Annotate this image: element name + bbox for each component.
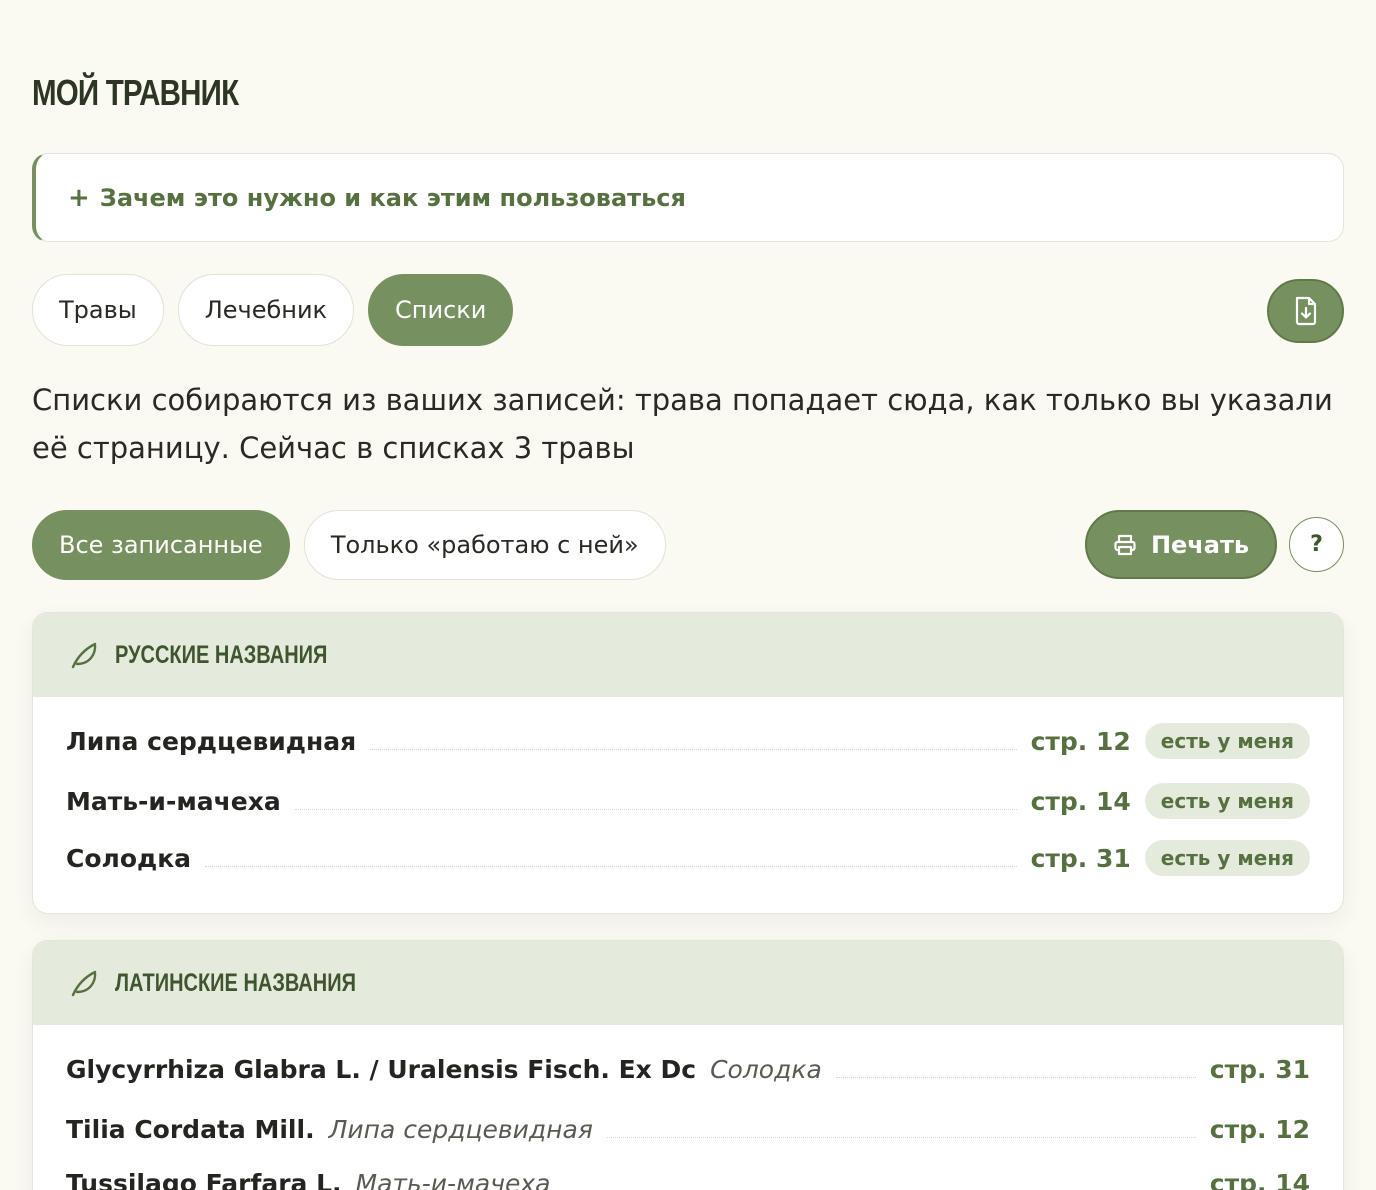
tab-remedies[interactable]: Лечебник <box>177 274 355 346</box>
status-badge: есть у меня <box>1144 783 1310 819</box>
latin-names-title: Латинские названия <box>115 968 356 997</box>
plus-icon: + <box>68 182 90 213</box>
list-item: Tilia Cordata Mill. Липа сердцевидная ст… <box>66 1114 1310 1144</box>
latin-names-card: Латинские названия Glycyrrhiza Glabra L.… <box>32 940 1344 1190</box>
status-badge: есть у меня <box>1144 840 1310 876</box>
list-item: Glycyrrhiza Glabra L. / Uralensis Fisch.… <box>66 1054 1310 1084</box>
list-item: Солодка стр. 31 есть у меня <box>66 838 1310 878</box>
print-button[interactable]: Печать <box>1085 510 1277 579</box>
list-item: Липа сердцевидная стр. 12 есть у меня <box>66 721 1310 761</box>
help-accordion[interactable]: + Зачем это нужно и как этим пользоватьс… <box>32 153 1344 242</box>
list-item: Tussilago Farfara L. Мать-и-мачеха стр. … <box>66 1168 1310 1190</box>
export-button[interactable] <box>1267 279 1344 343</box>
help-button[interactable]: ? <box>1289 517 1344 572</box>
tab-herbs[interactable]: Травы <box>32 274 164 346</box>
file-download-icon <box>1295 296 1316 326</box>
lists-description: Списки собираются из ваших записей: трав… <box>32 383 1333 465</box>
printer-icon <box>1114 534 1136 555</box>
leaf-icon <box>71 642 97 669</box>
filter-working-with[interactable]: Только «работаю с ней» <box>303 510 666 580</box>
latin-names-header: Латинские названия <box>33 941 1343 1025</box>
status-badge: есть у меня <box>1144 723 1310 759</box>
list-item: Мать-и-мачеха стр. 14 есть у меня <box>66 781 1310 821</box>
page-title: Мой травник <box>32 72 239 113</box>
view-tabs: Травы Лечебник Списки <box>32 274 514 346</box>
russian-names-header: Русские названия <box>33 613 1343 697</box>
filter-group: Все записанные Только «работаю с ней» <box>32 510 666 580</box>
print-button-label: Печать <box>1150 530 1250 559</box>
accordion-label: Зачем это нужно и как этим пользоваться <box>99 183 686 212</box>
russian-names-card: Русские названия Липа сердцевидная стр. … <box>32 612 1344 914</box>
russian-names-title: Русские названия <box>115 640 328 669</box>
leaf-icon <box>71 970 97 997</box>
tab-lists[interactable]: Списки <box>368 274 514 346</box>
filter-all-recorded[interactable]: Все записанные <box>32 510 290 580</box>
